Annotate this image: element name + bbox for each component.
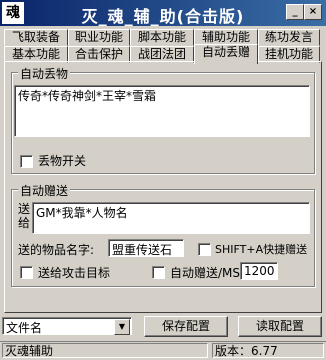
status-bar: 灭魂辅助 版本：6.77: [0, 341, 326, 360]
auto-gift-checkbox[interactable]: [152, 266, 165, 279]
tab-pickup-equipment[interactable]: 飞取装备: [4, 29, 68, 46]
auto-gift-group-label: 自动赠送: [18, 182, 71, 199]
minimize-button[interactable]: _: [286, 4, 304, 20]
send-to-label: 送给: [18, 202, 31, 230]
load-config-button[interactable]: 读取配置: [238, 316, 322, 337]
tab-training-chat[interactable]: 练功发言: [258, 29, 320, 46]
tab-panel: 自动丢物 传奇*传奇神剑*王宰*雪霜 丢物开关 自动赠送 送给 GM*我靠*人物…: [4, 61, 322, 313]
window-title: 灭_魂_辅_助(合击版): [81, 7, 245, 26]
attack-target-label: 送给攻击目标: [38, 266, 111, 280]
tab-auto-drop-gift[interactable]: 自动丢赠: [194, 44, 258, 64]
item-name-label: 送的物品名字:: [18, 243, 95, 257]
close-button[interactable]: ×: [304, 4, 322, 20]
status-version: 版本：6.77: [212, 343, 324, 358]
item-name-input[interactable]: 盟重传送石: [108, 239, 184, 257]
save-config-button[interactable]: 保存配置: [144, 316, 228, 337]
tab-script-functions[interactable]: 脚本功能: [130, 29, 194, 46]
shortcut-gift-label: SHIFT+A快捷赠送: [215, 243, 308, 256]
auto-gift-interval-input[interactable]: 1200: [240, 262, 278, 280]
drop-toggle-checkbox[interactable]: [20, 155, 33, 168]
drop-toggle-label: 丢物开关: [38, 154, 87, 168]
tab-class-functions[interactable]: 职业功能: [68, 29, 130, 46]
config-file-combo[interactable]: 文件名 ▼: [2, 317, 132, 335]
status-app-name: 灭魂辅助: [2, 343, 208, 358]
auto-gift-label: 自动赠送/MS: [170, 266, 241, 280]
auto-drop-group: 自动丢物 传奇*传奇神剑*王宰*雪霜 丢物开关: [11, 65, 315, 174]
chevron-down-icon[interactable]: ▼: [114, 319, 130, 335]
shortcut-gift-checkbox[interactable]: [198, 243, 211, 256]
attack-target-checkbox[interactable]: [20, 266, 33, 279]
config-file-combo-value: 文件名: [6, 321, 43, 335]
send-to-input[interactable]: GM*我靠*人物名: [32, 202, 310, 234]
title-bar: 魂 灭_魂_辅_助(合击版) _ ×: [0, 0, 326, 26]
auto-gift-group: 自动赠送 送给 GM*我靠*人物名 送的物品名字: 盟重传送石 SHIFT+A快…: [11, 182, 315, 287]
auto-drop-group-label: 自动丢物: [18, 65, 71, 82]
drop-items-textarea[interactable]: 传奇*传奇神剑*王宰*雪霜: [14, 85, 310, 137]
